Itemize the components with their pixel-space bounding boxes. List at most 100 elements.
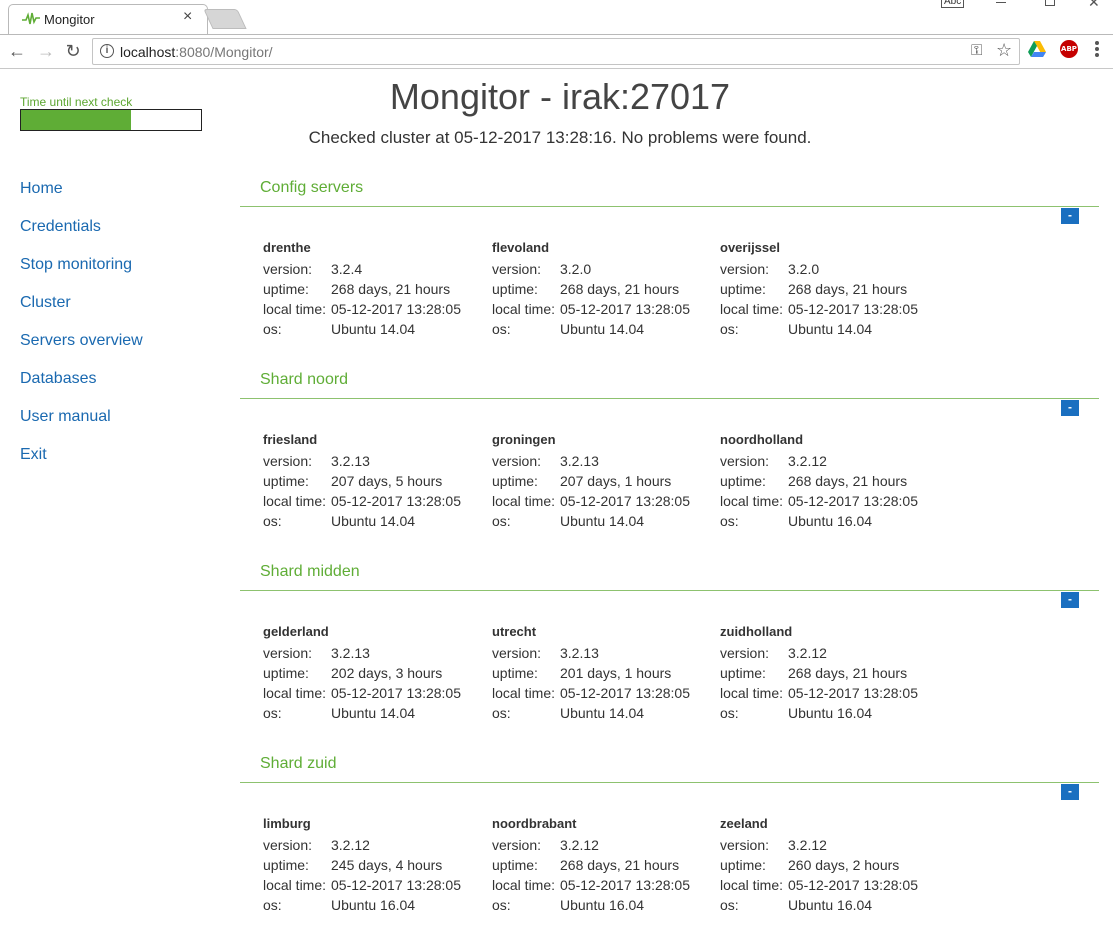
server-os-row: os: Ubuntu 14.04 <box>720 319 948 339</box>
minimize-icon[interactable] <box>996 2 1006 3</box>
server-local-time-row: local time: 05-12-2017 13:28:05 <box>720 683 948 703</box>
field-value: 05-12-2017 13:28:05 <box>788 877 918 893</box>
server-version-row: version: 3.2.13 <box>263 643 491 663</box>
sidebar-item-exit[interactable]: Exit <box>20 444 143 482</box>
server-name: drenthe <box>263 240 311 255</box>
server-uptime-row: uptime: 268 days, 21 hours <box>720 663 948 683</box>
server-card: zuidholland version: 3.2.12 uptime: 268 days… <box>720 623 948 723</box>
reload-icon[interactable]: ↻ <box>61 39 85 63</box>
field-value: 3.2.13 <box>331 645 370 661</box>
url-text[interactable]: localhost:8080/Mongitor/ <box>120 44 273 60</box>
collapse-button[interactable]: - <box>1061 784 1079 800</box>
window-close-icon[interactable]: ✕ <box>1088 0 1100 11</box>
server-name: friesland <box>263 432 318 447</box>
sidebar-item-home[interactable]: Home <box>20 178 143 216</box>
server-version-row: version: 3.2.13 <box>263 451 491 471</box>
server-name: zuidholland <box>720 624 793 639</box>
field-label: uptime: <box>492 473 538 489</box>
field-label: os: <box>720 897 739 913</box>
collapse-button[interactable]: - <box>1061 208 1079 224</box>
field-label: os: <box>263 897 282 913</box>
field-value: 05-12-2017 13:28:05 <box>788 301 918 317</box>
forward-icon[interactable]: → <box>34 39 58 63</box>
server-name: groningen <box>492 432 556 447</box>
field-label: version: <box>720 453 770 469</box>
section-divider <box>240 398 1099 399</box>
field-value: 3.2.13 <box>560 645 599 661</box>
field-label: local time: <box>263 493 327 509</box>
section-shard-midden: Shard midden - gelderland version: 3.2.13 upt… <box>240 563 1099 743</box>
star-icon[interactable]: ☆ <box>996 40 1012 61</box>
new-tab-button[interactable] <box>203 9 247 29</box>
menu-icon[interactable] <box>1095 41 1099 57</box>
address-bar[interactable]: i localhost:8080/Mongitor/ ⚿ ☆ <box>92 38 1020 65</box>
field-value: Ubuntu 14.04 <box>560 705 645 721</box>
sidebar-item-servers-overview[interactable]: Servers overview <box>20 330 143 368</box>
server-version-row: version: 3.2.13 <box>492 643 720 663</box>
field-label: uptime: <box>263 473 309 489</box>
field-label: os: <box>263 321 282 337</box>
maximize-icon[interactable] <box>1045 0 1055 6</box>
field-value: 05-12-2017 13:28:05 <box>788 493 918 509</box>
field-value: 268 days, 21 hours <box>560 857 680 873</box>
server-name: overijssel <box>720 240 780 255</box>
section-divider <box>240 206 1099 207</box>
server-version-row: version: 3.2.12 <box>720 643 948 663</box>
server-os-row: os: Ubuntu 14.04 <box>492 511 720 531</box>
info-icon[interactable]: i <box>100 44 114 58</box>
field-label: local time: <box>720 685 784 701</box>
field-label: uptime: <box>492 281 538 297</box>
field-value: 3.2.12 <box>331 837 370 853</box>
sidebar-item-user-manual[interactable]: User manual <box>20 406 143 444</box>
section-shard-zuid: Shard zuid - limburg version: 3.2.12 uptime: 2… <box>240 755 1099 933</box>
field-value: 3.2.13 <box>331 453 370 469</box>
server-name: noordbrabant <box>492 816 577 831</box>
field-label: version: <box>263 453 313 469</box>
server-local-time-row: local time: 05-12-2017 13:28:05 <box>263 875 491 895</box>
field-label: os: <box>720 321 739 337</box>
timer-progress-bar <box>20 109 202 131</box>
collapse-button[interactable]: - <box>1061 400 1079 416</box>
field-value: 3.2.12 <box>788 837 827 853</box>
adblock-icon[interactable]: ABP <box>1060 40 1078 58</box>
server-os-row: os: Ubuntu 14.04 <box>492 319 720 339</box>
server-os-row: os: Ubuntu 16.04 <box>720 703 948 723</box>
field-label: version: <box>720 645 770 661</box>
server-card: drenthe version: 3.2.4 uptime: 268 days, 21 … <box>263 239 491 339</box>
timer-progress-fill <box>21 110 131 130</box>
sidebar-item-credentials[interactable]: Credentials <box>20 216 143 254</box>
sidebar-item-cluster[interactable]: Cluster <box>20 292 143 330</box>
server-os-row: os: Ubuntu 16.04 <box>720 895 948 915</box>
field-value: 3.2.12 <box>560 837 599 853</box>
key-icon[interactable]: ⚿ <box>971 42 982 59</box>
server-uptime-row: uptime: 207 days, 5 hours <box>263 471 491 491</box>
field-label: local time: <box>263 877 327 893</box>
field-label: local time: <box>263 301 327 317</box>
back-icon[interactable]: ← <box>5 39 29 63</box>
field-value: 05-12-2017 13:28:05 <box>331 493 461 509</box>
field-value: Ubuntu 16.04 <box>788 513 873 529</box>
user-badge[interactable]: Abc <box>941 0 965 8</box>
server-os-row: os: Ubuntu 16.04 <box>263 895 491 915</box>
sidebar-item-databases[interactable]: Databases <box>20 368 143 406</box>
field-value: 3.2.13 <box>560 453 599 469</box>
field-label: uptime: <box>492 857 538 873</box>
browser-toolbar: ← → ↻ i localhost:8080/Mongitor/ ⚿ ☆ <box>0 34 1113 69</box>
collapse-button[interactable]: - <box>1061 592 1079 608</box>
server-uptime-row: uptime: 268 days, 21 hours <box>263 279 491 299</box>
sidebar-item-stop-monitoring[interactable]: Stop monitoring <box>20 254 143 292</box>
server-name: utrecht <box>492 624 537 639</box>
field-value: Ubuntu 16.04 <box>788 897 873 913</box>
server-version-row: version: 3.2.12 <box>492 835 720 855</box>
field-label: uptime: <box>263 665 309 681</box>
close-icon[interactable]: × <box>183 8 192 26</box>
drive-icon[interactable] <box>1028 40 1046 58</box>
section-divider <box>240 590 1099 591</box>
section-shard-noord: Shard noord - friesland version: 3.2.13 uptim… <box>240 371 1099 551</box>
field-label: uptime: <box>720 665 766 681</box>
field-value: 3.2.0 <box>560 261 592 277</box>
field-label: local time: <box>720 877 784 893</box>
field-label: local time: <box>720 493 784 509</box>
server-os-row: os: Ubuntu 14.04 <box>263 319 491 339</box>
tab-mongitor[interactable]: Mongitor × <box>8 4 208 34</box>
